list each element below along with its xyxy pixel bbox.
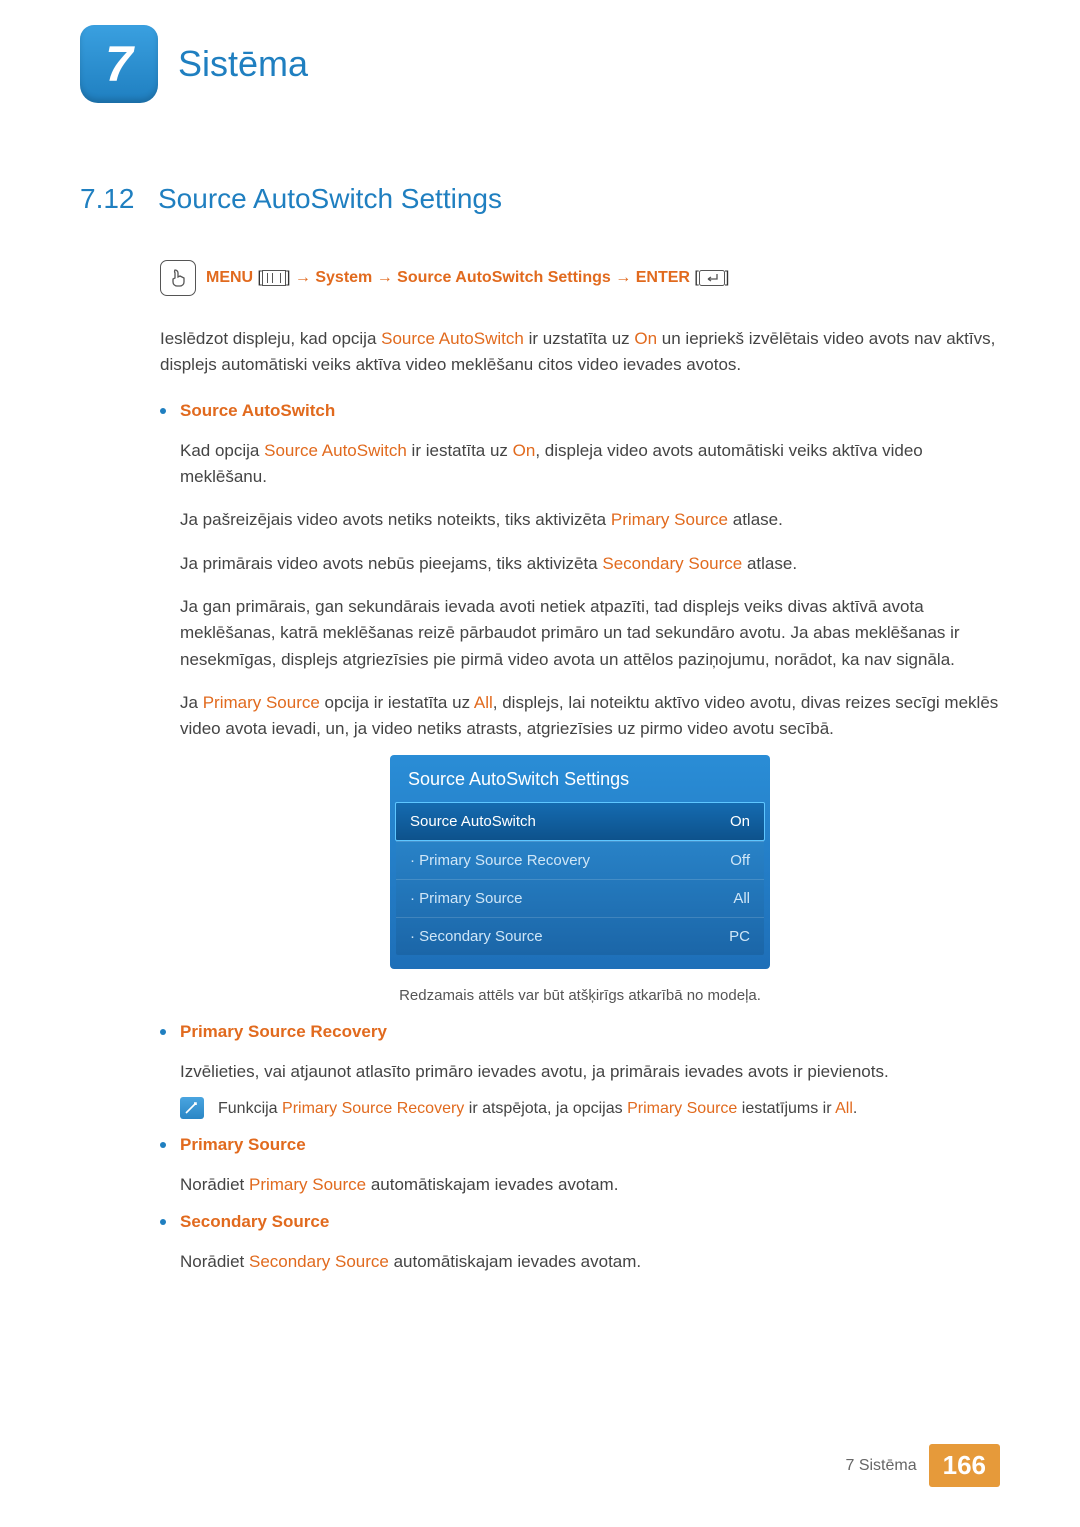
nav-bracket: [ [253,269,262,287]
section-header: 7.12 Source AutoSwitch Settings [80,183,1000,215]
section-number: 7.12 [80,183,140,215]
nav-arrow: → [377,269,393,287]
osd-menu-row-value: All [733,890,750,907]
osd-menu-title: Source AutoSwitch Settings [390,755,770,802]
osd-menu-row[interactable]: · Primary SourceAll [396,879,764,917]
osd-menu-row-value: On [730,813,750,830]
bullet-title: Primary Source Recovery [180,1022,387,1042]
footer-page-number: 166 [929,1444,1000,1487]
osd-menu-row-label: · Secondary Source [410,928,729,945]
osd-menu-row-label: · Primary Source [410,890,733,907]
bullet-title: Source AutoSwitch [180,401,335,421]
enter-icon [699,270,725,286]
bullet-title: Primary Source [180,1135,306,1155]
nav-sass: Source AutoSwitch Settings [397,269,611,287]
bullet-primary-source: Primary Source Norādiet Primary Source a… [160,1135,1000,1198]
note-text: Funkcija Primary Source Recovery ir atsp… [218,1097,857,1121]
osd-menu-rows: Source AutoSwitchOn· Primary Source Reco… [396,802,764,955]
nav-arrow: → [295,269,311,287]
bullet-text: Izvēlieties, vai atjaunot atlasīto primā… [180,1059,1000,1085]
bullet-text: Ja primārais video avots nebūs pieejams,… [180,551,1000,577]
footer-chapter-label: 7 Sistēma [845,1457,916,1475]
chapter-number: 7 [105,35,133,93]
chapter-badge: 7 [80,25,158,103]
osd-menu-panel: Source AutoSwitch Settings Source AutoSw… [390,755,770,969]
bullet-dot-icon [160,1142,166,1148]
osd-menu-row-label: · Primary Source Recovery [410,852,730,869]
osd-menu-row[interactable]: · Primary Source RecoveryOff [396,841,764,879]
bullet-title: Secondary Source [180,1212,329,1232]
bullet-text: Kad opcija Source AutoSwitch ir iestatīt… [180,438,1000,491]
osd-menu-row-label: Source AutoSwitch [410,813,730,830]
nav-enter-label: ENTER [636,269,690,287]
nav-arrow: → [615,269,631,287]
bullet-text: Ja pašreizējais video avots netiks notei… [180,507,1000,533]
bullet-text: Norādiet Secondary Source automātiskajam… [180,1249,1000,1275]
osd-menu-row-value: PC [729,928,750,945]
osd-menu-row[interactable]: · Secondary SourcePC [396,917,764,955]
touch-icon [160,260,196,296]
menu-grid-icon [262,270,286,286]
bullet-secondary-source: Secondary Source Norādiet Secondary Sour… [160,1212,1000,1275]
nav-bracket: [ [690,269,699,287]
menu-navigation-path: MENU [ ] → System → Source AutoSwitch Se… [160,260,1000,296]
bullet-dot-icon [160,1029,166,1035]
bullet-text: Ja Primary Source opcija ir iestatīta uz… [180,690,1000,743]
nav-system: System [315,269,372,287]
page: 7 Sistēma 7.12 Source AutoSwitch Setting… [0,0,1080,1527]
bullet-dot-icon [160,408,166,414]
bullet-list: Source AutoSwitch Kad opcija Source Auto… [160,401,1000,1276]
intro-paragraph: Ieslēdzot displeju, kad opcija Source Au… [160,326,1000,379]
osd-caption: Redzamais attēls var būt atšķirīgs atkar… [160,987,1000,1004]
chapter-header: 7 Sistēma [80,25,1000,103]
page-footer: 7 Sistēma 166 [845,1444,1000,1487]
bullet-primary-source-recovery: Primary Source Recovery Izvēlieties, vai… [160,1022,1000,1121]
note-icon [180,1097,204,1119]
bullet-source-autoswitch: Source AutoSwitch Kad opcija Source Auto… [160,401,1000,1004]
section-title: Source AutoSwitch Settings [158,183,502,215]
note-row: Funkcija Primary Source Recovery ir atsp… [180,1097,1000,1121]
osd-menu-row-value: Off [730,852,750,869]
bullet-dot-icon [160,1219,166,1225]
nav-menu-label: MENU [206,269,253,287]
bullet-text: Ja gan primārais, gan sekundārais ievada… [180,594,1000,673]
nav-bracket: ] [725,269,729,287]
nav-bracket: ] [286,269,295,287]
bullet-text: Norādiet Primary Source automātiskajam i… [180,1172,1000,1198]
chapter-title: Sistēma [178,43,308,85]
osd-menu-row[interactable]: Source AutoSwitchOn [395,802,765,841]
